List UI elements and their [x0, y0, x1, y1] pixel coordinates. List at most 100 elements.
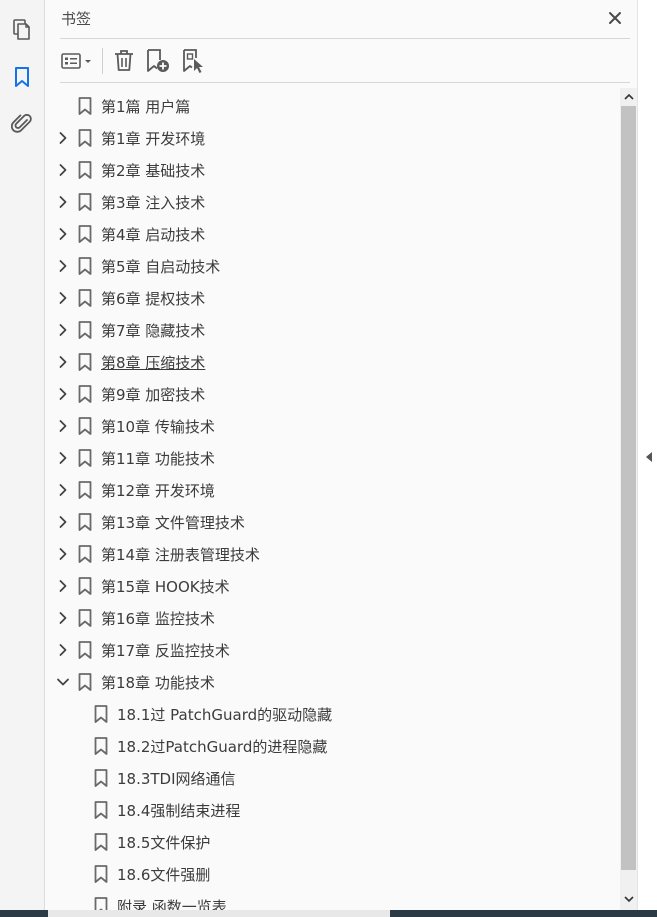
- bookmark-row[interactable]: 第3章 注入技术: [45, 186, 620, 218]
- bookmark-label: 第13章 文件管理技术: [101, 514, 245, 532]
- bookmark-item-icon: [94, 897, 108, 910]
- pages-icon[interactable]: [8, 16, 36, 44]
- collapse-panel-icon[interactable]: [645, 448, 653, 462]
- bookmark-row[interactable]: 第14章 注册表管理技术: [45, 538, 620, 570]
- chevron-right-icon[interactable]: [55, 546, 71, 562]
- bookmark-item-icon: [78, 225, 92, 243]
- bookmark-label: 第15章 HOOK技术: [101, 578, 230, 596]
- bookmark-label: 第11章 功能技术: [101, 450, 215, 468]
- bookmark-row[interactable]: 第17章 反监控技术: [45, 634, 620, 666]
- bookmark-label: 第12章 开发环境: [101, 482, 215, 500]
- chevron-right-icon[interactable]: [55, 162, 71, 178]
- bookmark-row[interactable]: 18.3TDI网络通信: [45, 762, 620, 794]
- panel-title: 书签: [61, 10, 92, 28]
- bookmark-row[interactable]: 第13章 文件管理技术: [45, 506, 620, 538]
- bookmark-row[interactable]: 18.2过PatchGuard的进程隐藏: [45, 730, 620, 762]
- bookmark-item-icon: [78, 289, 92, 307]
- bookmark-row[interactable]: 第11章 功能技术: [45, 442, 620, 474]
- bookmarks-panel: 书签 第1篇 用户篇 第1章 开发环境 第2章 基础技术 第3章 注入技术 第4…: [45, 0, 637, 910]
- bookmark-row[interactable]: 第6章 提权技术: [45, 282, 620, 314]
- chevron-down-icon[interactable]: [55, 674, 71, 690]
- bookmark-label: 第16章 监控技术: [101, 610, 215, 628]
- bookmark-row[interactable]: 18.5文件保护: [45, 826, 620, 858]
- bookmark-item-icon: [78, 417, 92, 435]
- bookmark-item-icon: [78, 609, 92, 627]
- chevron-right-icon[interactable]: [55, 290, 71, 306]
- bookmark-item-icon: [78, 449, 92, 467]
- chevron-right-icon[interactable]: [55, 194, 71, 210]
- new-bookmark-from-selection-icon[interactable]: [180, 46, 208, 76]
- bookmark-row[interactable]: 附录 函数一览表: [45, 890, 620, 910]
- bookmark-label: 18.2过PatchGuard的进程隐藏: [117, 738, 328, 756]
- chevron-right-icon[interactable]: [55, 610, 71, 626]
- scroll-down-icon[interactable]: [620, 890, 637, 908]
- bookmark-item-icon: [78, 385, 92, 403]
- bookmark-item-icon: [78, 513, 92, 531]
- bookmark-label: 第14章 注册表管理技术: [101, 546, 260, 564]
- chevron-right-icon[interactable]: [55, 386, 71, 402]
- bookmark-item-icon: [78, 641, 92, 659]
- bookmark-toolbar: [45, 40, 637, 82]
- bookmark-label: 第18章 功能技术: [101, 674, 215, 692]
- bookmark-item-icon: [78, 129, 92, 147]
- bookmark-label: 第10章 传输技术: [101, 418, 215, 436]
- scroll-up-icon[interactable]: [620, 88, 637, 106]
- delete-icon[interactable]: [111, 46, 137, 76]
- close-icon[interactable]: [603, 6, 627, 30]
- chevron-right-icon[interactable]: [55, 450, 71, 466]
- bookmark-label: 18.3TDI网络通信: [117, 770, 236, 788]
- chevron-right-icon[interactable]: [55, 226, 71, 242]
- bookmark-row[interactable]: 第15章 HOOK技术: [45, 570, 620, 602]
- bookmark-row[interactable]: 第10章 传输技术: [45, 410, 620, 442]
- bookmark-label: 18.6文件强删: [117, 866, 211, 884]
- bookmark-label: 附录 函数一览表: [117, 898, 227, 910]
- document-pane-edge: [637, 0, 657, 917]
- panel-header: 书签: [45, 0, 637, 38]
- chevron-right-icon[interactable]: [55, 130, 71, 146]
- bookmark-row[interactable]: 第1章 开发环境: [45, 122, 620, 154]
- new-bookmark-icon[interactable]: [144, 46, 172, 76]
- bookmark-label: 第17章 反监控技术: [101, 642, 230, 660]
- chevron-right-icon[interactable]: [55, 322, 71, 338]
- bookmark-row[interactable]: 第16章 监控技术: [45, 602, 620, 634]
- bookmark-row[interactable]: 第7章 隐藏技术: [45, 314, 620, 346]
- bookmark-row[interactable]: 第1篇 用户篇: [45, 90, 620, 122]
- chevron-right-icon[interactable]: [55, 514, 71, 530]
- bookmark-row[interactable]: 18.4强制结束进程: [45, 794, 620, 826]
- chevron-right-icon[interactable]: [55, 418, 71, 434]
- options-menu-icon[interactable]: [59, 46, 97, 76]
- chevron-right-icon[interactable]: [55, 578, 71, 594]
- chevron-right-icon[interactable]: [55, 354, 71, 370]
- bookmark-item-icon: [78, 545, 92, 563]
- bookmark-label: 第7章 隐藏技术: [101, 322, 206, 340]
- bookmark-row[interactable]: 第9章 加密技术: [45, 378, 620, 410]
- bookmark-row[interactable]: 第5章 自启动技术: [45, 250, 620, 282]
- bookmark-row[interactable]: 18.6文件强删: [45, 858, 620, 890]
- bookmark-item-icon: [78, 673, 92, 691]
- bookmark-label: 第6章 提权技术: [101, 290, 206, 308]
- chevron-right-icon[interactable]: [55, 482, 71, 498]
- bookmark-label: 18.4强制结束进程: [117, 802, 241, 820]
- taskbar-strip-segment: [48, 910, 390, 917]
- bookmark-item-icon: [78, 481, 92, 499]
- bookmark-icon[interactable]: [8, 63, 36, 91]
- bookmark-item-icon: [94, 737, 108, 755]
- bookmark-label: 第4章 启动技术: [101, 226, 206, 244]
- bookmark-row[interactable]: 第12章 开发环境: [45, 474, 620, 506]
- vertical-scrollbar[interactable]: [620, 88, 637, 910]
- bookmark-row[interactable]: 第2章 基础技术: [45, 154, 620, 186]
- bookmark-item-icon: [78, 353, 92, 371]
- navigation-rail: [0, 0, 45, 917]
- toolbar-separator: [102, 48, 103, 74]
- bookmark-label: 第2章 基础技术: [101, 162, 206, 180]
- bookmark-item-icon: [94, 769, 108, 787]
- chevron-right-icon[interactable]: [55, 642, 71, 658]
- attachment-icon[interactable]: [8, 109, 36, 137]
- scroll-thumb[interactable]: [621, 106, 636, 870]
- chevron-right-icon[interactable]: [55, 258, 71, 274]
- bookmark-row[interactable]: 18.1过 PatchGuard的驱动隐藏: [45, 698, 620, 730]
- bookmark-row[interactable]: 第8章 压缩技术: [45, 346, 620, 378]
- bookmark-row[interactable]: 第18章 功能技术: [45, 666, 620, 698]
- bookmark-item-icon: [78, 97, 92, 115]
- bookmark-row[interactable]: 第4章 启动技术: [45, 218, 620, 250]
